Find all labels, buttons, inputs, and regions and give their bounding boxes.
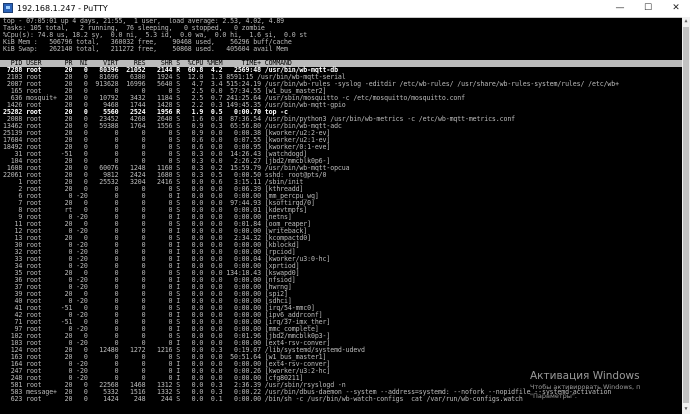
terminal-scrollbar[interactable]: ▲ ▼ (682, 17, 690, 414)
scroll-down-icon[interactable]: ▼ (682, 405, 690, 414)
maximize-button[interactable]: ☐ (634, 0, 662, 17)
close-button[interactable]: ✕ (662, 0, 690, 17)
scroll-up-icon[interactable]: ▲ (682, 17, 690, 26)
summary-line: KiB Swap: 262140 total, 211272 free, 508… (3, 45, 288, 53)
window-title: 192.168.1.247 - PuTTY (17, 4, 108, 13)
process-row: 623 root 20 0 1424 248 244 S 0.0 0.1 0:0… (3, 395, 523, 403)
scrollbar-thumb[interactable] (683, 27, 689, 403)
terminal-output[interactable]: top - 07:05:01 up 4 days, 21:55, 1 user,… (0, 17, 682, 414)
window-title-bar[interactable]: 192.168.1.247 - PuTTY — ☐ ✕ (0, 0, 690, 18)
putty-icon[interactable] (3, 3, 13, 13)
minimize-button[interactable]: — (606, 0, 634, 17)
